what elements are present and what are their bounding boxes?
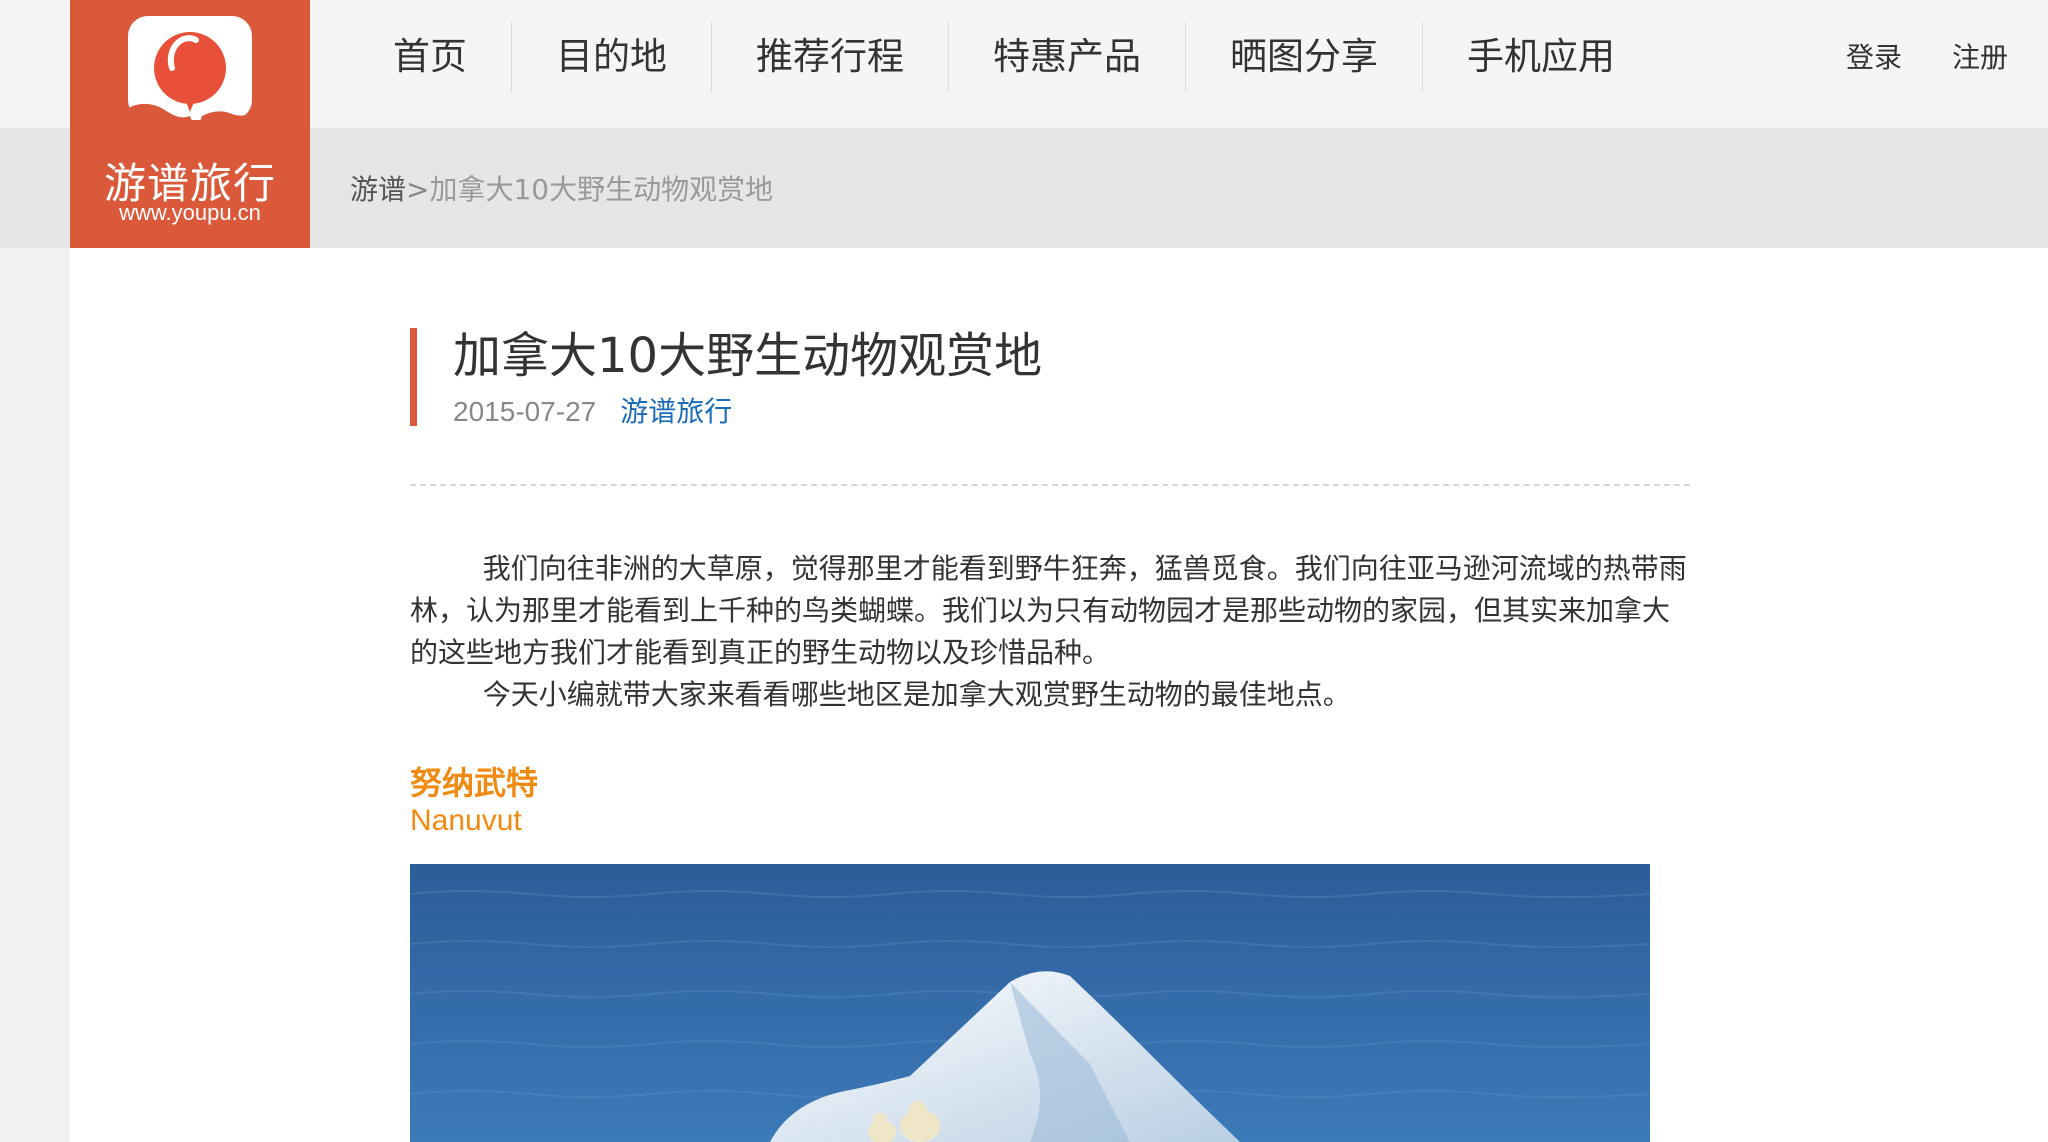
section-title-cn: 努纳武特 [410,764,539,802]
site-logo[interactable]: 游谱旅行 www.youpu.cn [70,0,310,248]
nav-item-photo-share[interactable]: 晒图分享 [1185,22,1422,92]
nav-item-destinations[interactable]: 目的地 [511,22,711,92]
main-nav: 首页 目的地 推荐行程 特惠产品 晒图分享 手机应用 [345,22,1659,92]
register-link[interactable]: 注册 [1952,36,2008,76]
article-title: 加拿大10大野生动物观赏地 [453,328,1043,384]
polar-bear-photo-illustration [410,864,1650,1142]
nav-item-deals[interactable]: 特惠产品 [948,22,1185,92]
nav-item-itineraries[interactable]: 推荐行程 [711,22,948,92]
article-paragraph: 今天小编就带大家来看看哪些地区是加拿大观赏野生动物的最佳地点。 [482,678,1351,711]
article-header: 加拿大10大野生动物观赏地 2015-07-27 游谱旅行 [410,328,1043,428]
nav-item-mobile-app[interactable]: 手机应用 [1422,22,1659,92]
breadcrumb-separator: > [406,173,430,206]
polar-bear-photo [410,864,1650,1142]
article-source-link[interactable]: 游谱旅行 [620,395,732,428]
article-body: 我们向往非洲的大草原，觉得那里才能看到野牛狂奔，猛兽觅食。我们向往亚马逊河流域的… [410,548,1690,716]
header-divider [410,484,1690,486]
balloon-logo-icon [128,16,252,134]
article-date: 2015-07-27 [453,396,597,427]
article-paragraph: 我们向往非洲的大草原，觉得那里才能看到野牛狂奔，猛兽觅食。我们向往亚马逊河流域的… [410,552,1687,669]
article-meta: 2015-07-27 游谱旅行 [453,390,1042,430]
breadcrumb: 游谱>加拿大10大野生动物观赏地 [350,168,773,208]
nav-item-home[interactable]: 首页 [345,22,511,92]
login-link[interactable]: 登录 [1846,36,1902,76]
breadcrumb-current: 加拿大10大野生动物观赏地 [429,173,774,206]
section-title-en: Nanuvut [410,804,522,837]
breadcrumb-home[interactable]: 游谱 [350,173,406,206]
logo-url: www.youpu.cn [119,200,261,225]
